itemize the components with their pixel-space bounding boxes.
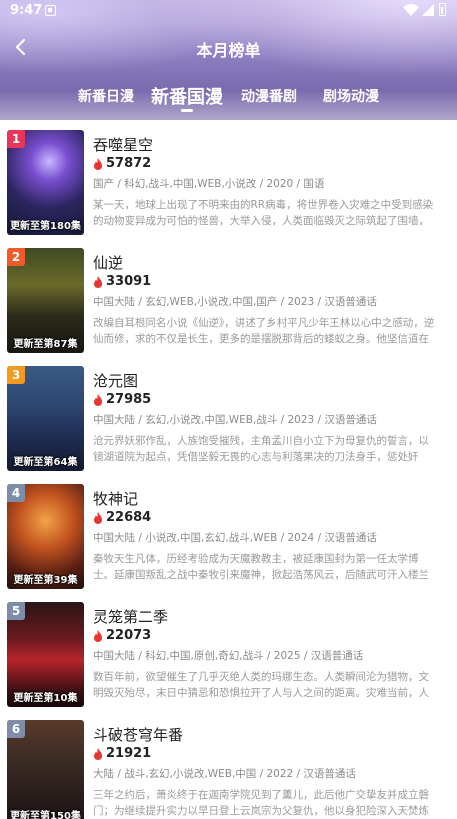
- item-description: 数百年前，欲望催生了几乎灭绝人类的玛娜生态。人类瞬间沦为猎物，文明毁灭殆尽，末日…: [93, 671, 429, 699]
- page-title: 本月榜单: [196, 41, 261, 60]
- cover-image[interactable]: 4 更新至第39集: [7, 484, 84, 589]
- item-title: 沧元图: [93, 372, 139, 390]
- list-item[interactable]: 1 更新至第180集 吞噬星空 57872 国产 / 科幻,战斗,中国,WEB,…: [0, 120, 457, 238]
- item-description: 秦牧天生凡体，历经考验成为天魔教教主，被延康国封为第一任太学博士。延康国叛乱之战…: [93, 553, 429, 581]
- item-meta: 大陆 / 战斗,玄幻,小说改,WEB,中国 / 2022 / 汉语普通话: [93, 768, 356, 780]
- list-item[interactable]: 2 更新至第87集 仙逆 33091 中国大陆 / 玄幻,WEB,小说改,中国,…: [0, 238, 457, 356]
- episode-label: 更新至第87集: [13, 339, 78, 350]
- item-description: 三年之约后，萧炎终于在迦南学院见到了薰儿，此后他广交挚友并成立磐门；为继续提升实…: [93, 789, 429, 817]
- episode-label: 更新至第150集: [10, 811, 81, 819]
- rank-badge: 4: [7, 484, 25, 502]
- fire-icon: [94, 748, 102, 760]
- cover-image[interactable]: 6 更新至第150集: [7, 720, 84, 819]
- item-title: 灵笼第二季: [93, 608, 169, 626]
- item-title: 牧神记: [93, 490, 139, 508]
- item-meta: 国产 / 科幻,战斗,中国,WEB,小说改 / 2020 / 国语: [93, 178, 325, 190]
- episode-label: 更新至第180集: [10, 221, 81, 232]
- item-title: 斗破苍穹年番: [93, 726, 184, 744]
- rank-badge: 5: [7, 602, 25, 620]
- battery-icon: [439, 3, 446, 16]
- item-description: 改编自耳根同名小说《仙逆》，讲述了乡村平凡少年王林以心中之感动，逆仙而修，求的不…: [93, 317, 435, 345]
- cover-image[interactable]: 3 更新至第64集: [7, 366, 84, 471]
- fire-icon: [94, 630, 102, 642]
- tab-anime-series[interactable]: 动漫番剧: [241, 86, 297, 106]
- active-tab-indicator: [181, 109, 193, 112]
- episode-label: 更新至第64集: [13, 457, 78, 468]
- list-item[interactable]: 3 更新至第64集 沧元图 27985 中国大陆 / 玄幻,小说改,中国,WEB…: [0, 356, 457, 474]
- item-title: 仙逆: [93, 254, 124, 272]
- heat-count: 22073: [106, 628, 152, 643]
- item-description: 某一天，地球上出现了不明来由的RR病毒，将世界卷入灾难之中受到感染的动物变异成为…: [93, 199, 434, 227]
- list-item[interactable]: 6 更新至第150集 斗破苍穹年番 21921 大陆 / 战斗,玄幻,小说改,W…: [0, 710, 457, 819]
- cover-image[interactable]: 1 更新至第180集: [7, 130, 84, 235]
- cover-image[interactable]: 2 更新至第87集: [7, 248, 84, 353]
- fire-icon: [94, 276, 102, 288]
- status-time: 9:47: [10, 3, 43, 18]
- list-item[interactable]: 4 更新至第39集 牧神记 22684 中国大陆 / 小说改,中国,玄幻,战斗,…: [0, 474, 457, 592]
- item-title: 吞噬星空: [93, 136, 154, 154]
- heat-count: 33091: [106, 274, 152, 289]
- item-description: 沧元界妖邪作乱，人族饱受摧残，主角孟川自小立下为母复仇的誓言，以镜湖道院为起点，…: [93, 435, 429, 463]
- item-meta: 中国大陆 / 科幻,中国,原创,奇幻,战斗 / 2025 / 汉语普通话: [93, 650, 364, 662]
- rank-badge: 3: [7, 366, 25, 384]
- list-item[interactable]: 5 更新至第10集 灵笼第二季 22073 中国大陆 / 科幻,中国,原创,奇幻…: [0, 592, 457, 710]
- item-meta: 中国大陆 / 玄幻,WEB,小说改,中国,国产 / 2023 / 汉语普通话: [93, 296, 377, 308]
- status-bar: 9:47: [0, 0, 457, 24]
- fire-icon: [94, 394, 102, 406]
- header-banner: 9:47 本月榜单 新番日漫 新番国漫 动漫番剧 剧场动漫: [0, 0, 457, 120]
- heat-count: 22684: [106, 510, 152, 525]
- heat-count: 57872: [106, 156, 152, 171]
- heat-count: 27985: [106, 392, 152, 407]
- category-tabs: 新番日漫 新番国漫 动漫番剧 剧场动漫: [0, 78, 457, 118]
- tab-new-chinese[interactable]: 新番国漫: [151, 83, 223, 109]
- signal-icon: [422, 4, 434, 16]
- notification-icon: [45, 5, 56, 16]
- item-meta: 中国大陆 / 小说改,中国,玄幻,战斗,WEB / 2024 / 汉语普通话: [93, 532, 377, 544]
- heat-count: 21921: [106, 746, 152, 761]
- episode-label: 更新至第10集: [13, 693, 78, 704]
- cover-image[interactable]: 5 更新至第10集: [7, 602, 84, 707]
- wifi-icon: [403, 4, 419, 16]
- rank-badge: 6: [7, 720, 25, 738]
- tab-theatrical-anime[interactable]: 剧场动漫: [323, 86, 379, 106]
- rank-badge: 2: [7, 248, 25, 266]
- tab-new-japanese[interactable]: 新番日漫: [78, 86, 134, 106]
- episode-label: 更新至第39集: [13, 575, 78, 586]
- fire-icon: [94, 158, 102, 170]
- fire-icon: [94, 512, 102, 524]
- item-meta: 中国大陆 / 玄幻,小说改,中国,WEB,战斗 / 2023 / 汉语普通话: [93, 414, 377, 426]
- rank-badge: 1: [7, 130, 25, 148]
